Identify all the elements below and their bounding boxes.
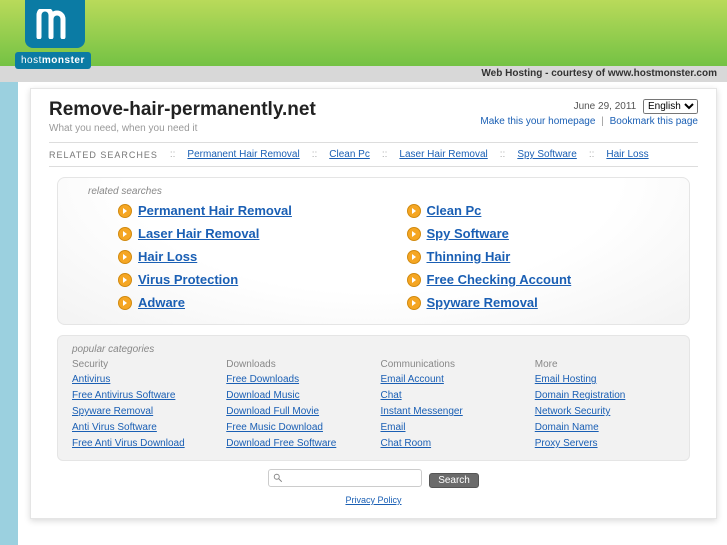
category-col: More Email Hosting Domain Registration N… (535, 359, 675, 452)
list-item: Clean Pc (407, 203, 676, 218)
related-inline-link[interactable]: Hair Loss (606, 149, 648, 160)
arrow-right-icon (407, 204, 421, 218)
category-link[interactable]: Email Hosting (535, 372, 675, 388)
meta-links: Make this your homepage | Bookmark this … (480, 116, 698, 127)
category-link[interactable]: Email (381, 420, 521, 436)
category-link[interactable]: Chat Room (381, 436, 521, 452)
search-box (268, 469, 422, 487)
logo-text: hostmonster (15, 52, 91, 69)
category-header: Downloads (226, 359, 366, 370)
logo-mark (25, 0, 85, 48)
category-link[interactable]: Email Account (381, 372, 521, 388)
search-link[interactable]: Virus Protection (138, 272, 238, 287)
list-item: Permanent Hair Removal (118, 203, 387, 218)
bookmark-link[interactable]: Bookmark this page (610, 116, 698, 127)
search-link[interactable]: Hair Loss (138, 249, 197, 264)
category-link[interactable]: Free Antivirus Software (72, 388, 212, 404)
page-wrap: Remove-hair-permanently.net What you nee… (0, 82, 727, 545)
category-col: Downloads Free Downloads Download Music … (226, 359, 366, 452)
category-link[interactable]: Chat (381, 388, 521, 404)
related-label: RELATED SEARCHES (49, 150, 158, 160)
list-item: Adware (118, 295, 387, 310)
meta-block: June 29, 2011 English Make this your hom… (480, 99, 698, 127)
header-band: hostmonster (0, 0, 727, 66)
header-row: Remove-hair-permanently.net What you nee… (49, 99, 698, 134)
search-link[interactable]: Free Checking Account (427, 272, 572, 287)
search-input[interactable] (287, 471, 417, 485)
category-col: Communications Email Account Chat Instan… (381, 359, 521, 452)
hm-icon (35, 9, 75, 39)
arrow-right-icon (118, 296, 132, 310)
category-link[interactable]: Domain Registration (535, 388, 675, 404)
arrow-right-icon (118, 273, 132, 287)
arrow-right-icon (118, 250, 132, 264)
category-link[interactable]: Download Free Software (226, 436, 366, 452)
category-link[interactable]: Download Full Movie (226, 404, 366, 420)
category-link[interactable]: Proxy Servers (535, 436, 675, 452)
arrow-right-icon (407, 296, 421, 310)
language-select[interactable]: English (643, 99, 698, 114)
category-link[interactable]: Instant Messenger (381, 404, 521, 420)
content-card: Remove-hair-permanently.net What you nee… (30, 88, 717, 519)
category-link[interactable]: Free Anti Virus Download (72, 436, 212, 452)
category-link[interactable]: Free Downloads (226, 372, 366, 388)
search-link[interactable]: Thinning Hair (427, 249, 511, 264)
list-item: Thinning Hair (407, 249, 676, 264)
search-button[interactable]: Search (429, 473, 479, 488)
arrow-right-icon (118, 204, 132, 218)
list-item: Virus Protection (118, 272, 387, 287)
privacy-link[interactable]: Privacy Policy (345, 495, 401, 505)
search-link[interactable]: Spy Software (427, 226, 509, 241)
categories-grid: Security Antivirus Free Antivirus Softwa… (72, 359, 675, 452)
list-item: Spy Software (407, 226, 676, 241)
category-link[interactable]: Spyware Removal (72, 404, 212, 420)
search-icon (273, 473, 283, 483)
category-link[interactable]: Domain Name (535, 420, 675, 436)
search-link[interactable]: Clean Pc (427, 203, 482, 218)
related-inline-link[interactable]: Laser Hair Removal (399, 149, 487, 160)
category-link[interactable]: Antivirus (72, 372, 212, 388)
date-text: June 29, 2011 (574, 101, 637, 112)
title-block: Remove-hair-permanently.net What you nee… (49, 99, 316, 134)
list-item: Free Checking Account (407, 272, 676, 287)
search-link[interactable]: Adware (138, 295, 185, 310)
search-link[interactable]: Permanent Hair Removal (138, 203, 292, 218)
related-searches-grid: Permanent Hair Removal Clean Pc Laser Ha… (118, 203, 675, 310)
category-header: Security (72, 359, 212, 370)
list-item: Spyware Removal (407, 295, 676, 310)
page-title: Remove-hair-permanently.net (49, 99, 316, 121)
separator: | (601, 116, 604, 127)
list-item: Hair Loss (118, 249, 387, 264)
category-col: Security Antivirus Free Antivirus Softwa… (72, 359, 212, 452)
categories-box: popular categories Security Antivirus Fr… (57, 335, 690, 461)
list-item: Laser Hair Removal (118, 226, 387, 241)
category-link[interactable]: Anti Virus Software (72, 420, 212, 436)
related-searches-box: related searches Permanent Hair Removal … (57, 177, 690, 325)
related-searches-title: related searches (88, 186, 675, 197)
arrow-right-icon (118, 227, 132, 241)
courtesy-bar: Web Hosting - courtesy of www.hostmonste… (0, 66, 727, 82)
arrow-right-icon (407, 250, 421, 264)
category-link[interactable]: Download Music (226, 388, 366, 404)
tagline: What you need, when you need it (49, 123, 316, 134)
related-bar: RELATED SEARCHES :: Permanent Hair Remov… (49, 142, 698, 167)
logo: hostmonster (15, 0, 95, 69)
search-link[interactable]: Spyware Removal (427, 295, 538, 310)
arrow-right-icon (407, 227, 421, 241)
arrow-right-icon (407, 273, 421, 287)
footer: Privacy Policy (49, 494, 698, 506)
related-inline-link[interactable]: Spy Software (517, 149, 576, 160)
categories-title: popular categories (72, 344, 675, 355)
category-link[interactable]: Free Music Download (226, 420, 366, 436)
category-header: More (535, 359, 675, 370)
related-inline-link[interactable]: Clean Pc (329, 149, 370, 160)
search-row: Search (49, 469, 698, 488)
category-link[interactable]: Network Security (535, 404, 675, 420)
related-inline-link[interactable]: Permanent Hair Removal (187, 149, 299, 160)
make-homepage-link[interactable]: Make this your homepage (480, 116, 595, 127)
search-link[interactable]: Laser Hair Removal (138, 226, 259, 241)
category-header: Communications (381, 359, 521, 370)
